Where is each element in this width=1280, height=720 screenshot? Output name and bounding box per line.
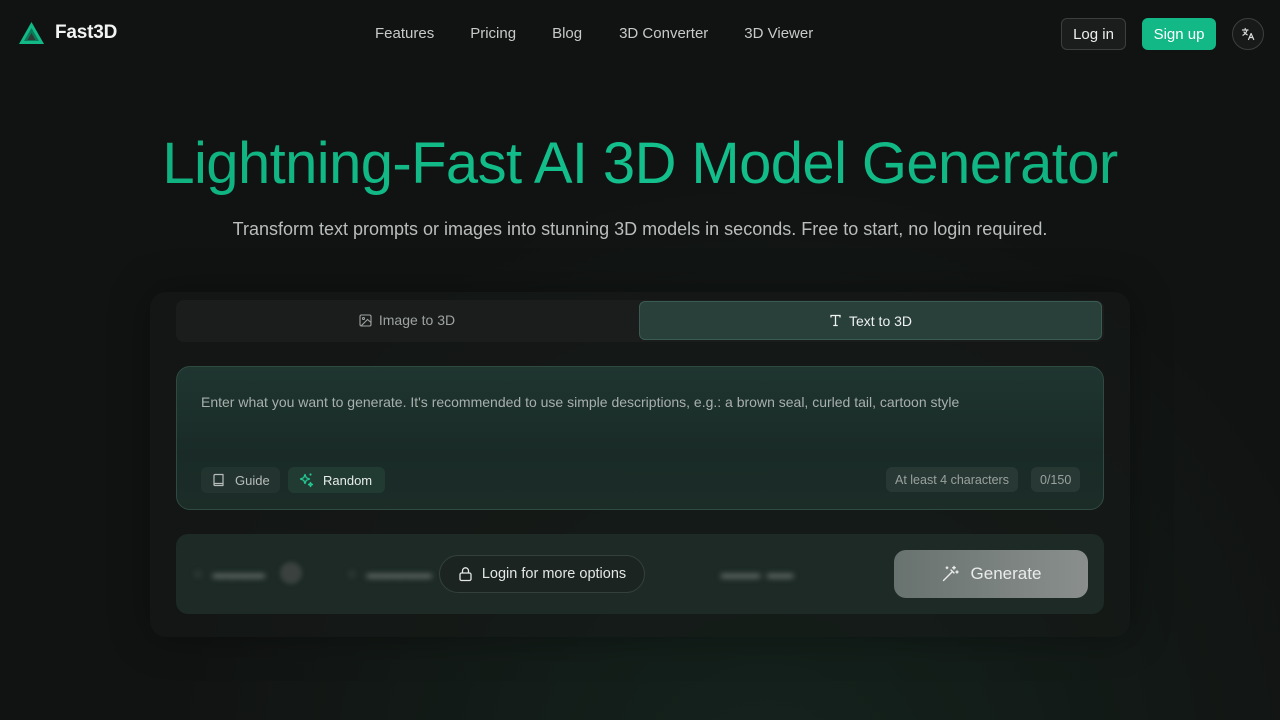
- mode-tabs: Image to 3D Text to 3D: [176, 300, 1104, 342]
- tab-label: Text to 3D: [848, 312, 913, 329]
- brand-name: Fast3D: [55, 22, 118, 43]
- prompt-input[interactable]: Enter what you want to generate. It's re…: [176, 366, 1104, 510]
- guide-label: Guide: [235, 472, 270, 488]
- tab-image-to-3d[interactable]: Image to 3D: [176, 300, 638, 340]
- brand[interactable]: Fast3D: [18, 21, 117, 45]
- page-title: Lightning-Fast AI 3D Model Generator: [0, 130, 1280, 197]
- guide-button[interactable]: Guide: [201, 467, 280, 493]
- generate-button[interactable]: Generate: [894, 550, 1088, 598]
- login-button[interactable]: Log in: [1061, 18, 1126, 50]
- random-button[interactable]: Random: [288, 467, 386, 493]
- min-characters-hint: At least 4 characters: [886, 467, 1018, 492]
- magic-wand-icon: [941, 565, 959, 583]
- tab-label: Image to 3D: [378, 312, 456, 328]
- top-navigation: Fast3D Features Pricing Blog 3D Converte…: [0, 0, 1280, 68]
- login-for-options-label: Login for more options: [481, 566, 627, 582]
- prompt-placeholder: Enter what you want to generate. It's re…: [201, 394, 960, 410]
- locked-option-placeholder: ○ ▬▬▬▬▬: [348, 566, 432, 581]
- text-icon: [829, 314, 842, 327]
- sparkles-icon: [298, 472, 314, 488]
- nav-link-pricing[interactable]: Pricing: [470, 25, 516, 42]
- signup-button[interactable]: Sign up: [1142, 18, 1216, 50]
- page-subtitle: Transform text prompts or images into st…: [232, 219, 1048, 239]
- generate-label: Generate: [970, 564, 1042, 583]
- locked-option-placeholder: ▬▬▬ ▬▬: [721, 566, 794, 581]
- random-label: Random: [323, 472, 373, 488]
- lock-icon: [458, 566, 473, 582]
- nav-link-blog[interactable]: Blog: [552, 25, 582, 42]
- nav-link-3d-converter[interactable]: 3D Converter: [619, 25, 708, 42]
- tab-text-to-3d[interactable]: Text to 3D: [639, 301, 1102, 340]
- translate-icon: [1241, 27, 1255, 41]
- character-counter: 0/150: [1031, 467, 1081, 492]
- triangle-logo-icon: [18, 21, 45, 45]
- language-button[interactable]: [1232, 18, 1264, 50]
- locked-option-toggle: [280, 562, 302, 584]
- book-icon: [211, 473, 226, 488]
- nav-link-3d-viewer[interactable]: 3D Viewer: [744, 25, 813, 42]
- locked-option-placeholder: ○ ▬▬▬▬: [194, 566, 265, 581]
- nav-link-features[interactable]: Features: [375, 25, 434, 42]
- image-icon: [359, 313, 372, 327]
- login-for-options-button[interactable]: Login for more options: [439, 555, 645, 593]
- nav-links: Features Pricing Blog 3D Converter 3D Vi…: [375, 25, 813, 42]
